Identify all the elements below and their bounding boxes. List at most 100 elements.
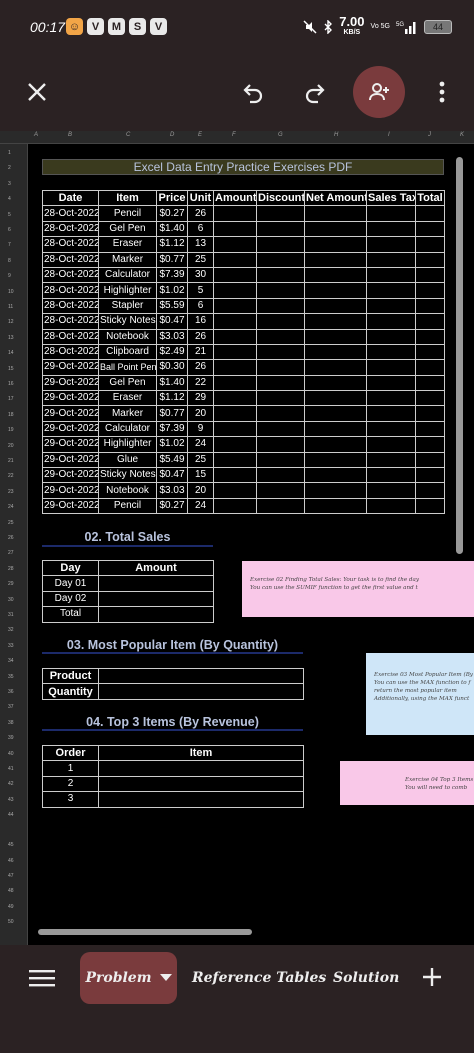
row-number[interactable]: 45 [8, 842, 14, 848]
column-header[interactable]: I [388, 132, 390, 138]
empty-cell[interactable] [304, 497, 367, 515]
empty-cell[interactable] [415, 328, 445, 345]
row-number[interactable]: 20 [8, 443, 14, 449]
item-cell[interactable]: Highlighter [98, 282, 157, 299]
row-number[interactable]: 50 [8, 919, 14, 925]
empty-cell[interactable] [304, 482, 367, 499]
empty-cell[interactable] [304, 467, 367, 484]
price-cell[interactable]: $0.30 [156, 359, 188, 376]
empty-cell[interactable] [213, 236, 257, 253]
empty-cell[interactable] [256, 251, 305, 268]
empty-cell[interactable] [415, 297, 445, 315]
empty-cell[interactable] [415, 467, 445, 484]
item-cell[interactable]: Calculator [98, 420, 157, 438]
empty-cell[interactable] [213, 282, 257, 299]
empty-cell[interactable] [213, 328, 257, 345]
amount-cell[interactable] [98, 590, 214, 608]
empty-cell[interactable] [256, 266, 305, 284]
item-cell[interactable]: Eraser [98, 390, 157, 407]
empty-cell[interactable] [366, 482, 416, 499]
empty-cell[interactable] [213, 266, 257, 284]
unit-cell[interactable]: 6 [187, 297, 214, 315]
date-cell[interactable]: 28-Oct-2022 [42, 297, 99, 315]
empty-cell[interactable] [213, 205, 257, 222]
price-cell[interactable]: $1.40 [156, 374, 188, 392]
empty-cell[interactable] [304, 405, 367, 422]
empty-cell[interactable] [415, 405, 445, 422]
date-cell[interactable]: 28-Oct-2022 [42, 220, 99, 238]
empty-cell[interactable] [366, 205, 416, 222]
row-number[interactable]: 9 [8, 273, 11, 279]
item-cell[interactable]: Ball Point Pen [98, 359, 157, 376]
empty-cell[interactable] [213, 220, 257, 238]
row-number[interactable]: 15 [8, 366, 14, 372]
empty-cell[interactable] [213, 497, 257, 515]
row-number[interactable]: 25 [8, 520, 14, 526]
section-title-total-sales[interactable]: 02. Total Sales [42, 530, 213, 544]
unit-cell[interactable]: 16 [187, 313, 214, 330]
product-value-cell[interactable] [98, 667, 304, 685]
row-number[interactable]: 28 [8, 566, 14, 572]
empty-cell[interactable] [415, 497, 445, 515]
date-cell[interactable]: 28-Oct-2022 [42, 236, 99, 253]
empty-cell[interactable] [366, 436, 416, 453]
date-cell[interactable]: 28-Oct-2022 [42, 282, 99, 299]
order-cell[interactable]: 2 [42, 775, 99, 793]
price-cell[interactable]: $3.03 [156, 482, 188, 499]
exercise-02-note[interactable]: Exercise 02 Finding Total Sales: Your ta… [242, 561, 474, 617]
spreadsheet-grid[interactable]: A B C D E F G H I J K 1 2 3 4 5 6 7 8 9 10 11 12 13 1… [0, 131, 474, 945]
item-cell[interactable]: Sticky Notes [98, 313, 157, 330]
empty-cell[interactable] [213, 374, 257, 392]
tab-reference-tables[interactable]: Reference Tables [192, 952, 326, 1004]
row-number[interactable]: 36 [8, 689, 14, 695]
column-header-cell[interactable]: Price [156, 189, 188, 207]
unit-cell[interactable]: 20 [187, 482, 214, 499]
empty-cell[interactable] [415, 251, 445, 268]
row-number[interactable]: 14 [8, 350, 14, 356]
empty-cell[interactable] [256, 390, 305, 407]
empty-cell[interactable] [213, 313, 257, 330]
row-number[interactable]: 49 [8, 904, 14, 910]
date-cell[interactable]: 29-Oct-2022 [42, 482, 99, 499]
empty-cell[interactable] [213, 420, 257, 438]
empty-cell[interactable] [304, 266, 367, 284]
row-number[interactable]: 39 [8, 735, 14, 741]
header-cell[interactable]: Item [98, 744, 304, 762]
empty-cell[interactable] [366, 359, 416, 376]
row-number[interactable]: 10 [8, 289, 14, 295]
empty-cell[interactable] [366, 313, 416, 330]
empty-cell[interactable] [213, 467, 257, 484]
column-header[interactable]: G [278, 132, 283, 138]
row-number[interactable]: 40 [8, 751, 14, 757]
empty-cell[interactable] [213, 482, 257, 499]
all-sheets-button[interactable] [22, 963, 62, 993]
empty-cell[interactable] [256, 482, 305, 499]
price-cell[interactable]: $1.40 [156, 220, 188, 238]
column-header[interactable]: C [126, 132, 130, 138]
price-cell[interactable]: $0.47 [156, 313, 188, 330]
item-cell[interactable]: Stapler [98, 297, 157, 315]
price-cell[interactable]: $0.27 [156, 497, 188, 515]
row-number[interactable]: 19 [8, 427, 14, 433]
column-header-cell[interactable]: Total [415, 189, 445, 207]
price-cell[interactable]: $0.47 [156, 467, 188, 484]
unit-cell[interactable]: 21 [187, 343, 214, 361]
row-number[interactable]: 32 [8, 627, 14, 633]
row-number[interactable]: 26 [8, 535, 14, 541]
unit-cell[interactable]: 25 [187, 251, 214, 268]
price-cell[interactable]: $3.03 [156, 328, 188, 345]
close-button[interactable] [11, 66, 63, 118]
row-number[interactable]: 29 [8, 581, 14, 587]
empty-cell[interactable] [256, 282, 305, 299]
empty-cell[interactable] [366, 266, 416, 284]
header-cell[interactable]: Amount [98, 559, 214, 577]
row-number[interactable]: 27 [8, 550, 14, 556]
item-cell[interactable] [98, 775, 304, 793]
column-header[interactable]: J [428, 132, 431, 138]
row-number[interactable]: 37 [8, 704, 14, 710]
empty-cell[interactable] [366, 374, 416, 392]
empty-cell[interactable] [304, 328, 367, 345]
empty-cell[interactable] [415, 266, 445, 284]
row-number[interactable]: 30 [8, 597, 14, 603]
price-cell[interactable]: $1.02 [156, 282, 188, 299]
